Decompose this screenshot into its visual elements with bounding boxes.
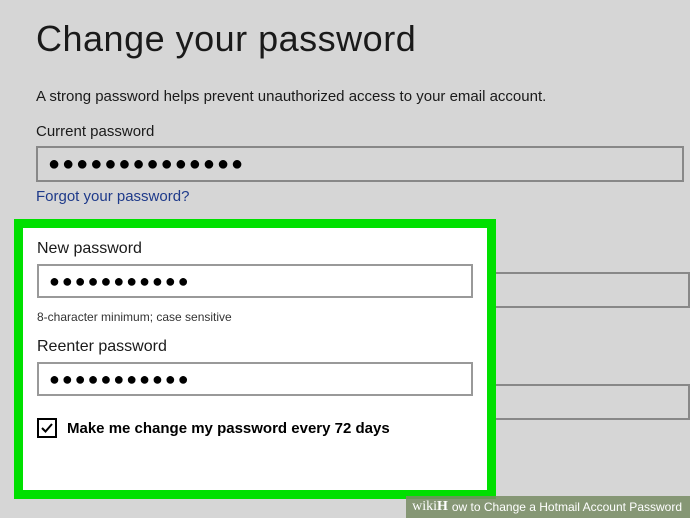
new-password-label: New password [37, 240, 473, 258]
current-password-label: Current password [36, 123, 690, 140]
watermark-brand: wikiH [406, 499, 452, 515]
reenter-password-label: Reenter password [37, 338, 473, 356]
checkmark-icon [40, 421, 54, 435]
password-hint: 8-character minimum; case sensitive [37, 310, 473, 324]
expire-password-label: Make me change my password every 72 days [67, 420, 390, 437]
expire-password-checkbox[interactable] [37, 418, 57, 438]
current-password-input[interactable]: ●●●●●●●●●●●●●● [36, 146, 684, 182]
watermark-title: ow to Change a Hotmail Account Password [452, 500, 682, 514]
reenter-password-input[interactable]: ●●●●●●●●●●● [37, 362, 473, 396]
highlight-box: New password ●●●●●●●●●●● 8-character min… [14, 219, 496, 499]
watermark: wikiHow to Change a Hotmail Account Pass… [406, 496, 690, 518]
forgot-password-link[interactable]: Forgot your password? [36, 188, 189, 205]
page-subtitle: A strong password helps prevent unauthor… [36, 88, 690, 105]
page-title: Change your password [36, 18, 690, 60]
new-password-input[interactable]: ●●●●●●●●●●● [37, 264, 473, 298]
